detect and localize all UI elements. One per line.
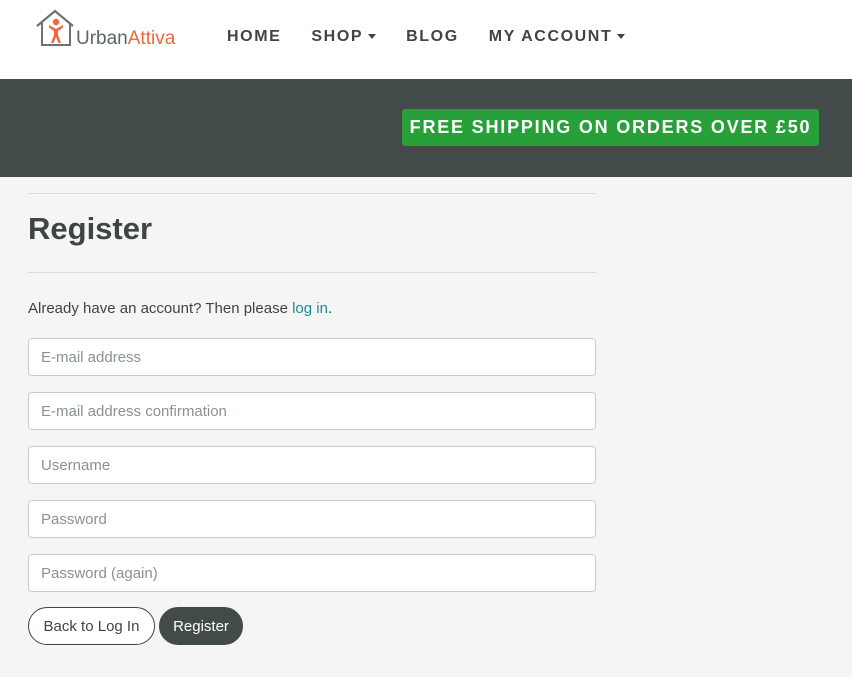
email-confirmation-field[interactable] [28,392,596,430]
chevron-down-icon [368,33,377,39]
back-to-login-button[interactable]: Back to Log In [28,607,155,645]
login-prompt-suffix: . [327,300,333,317]
nav-shop[interactable]: SHOP [311,28,377,46]
password-again-field[interactable] [28,554,596,592]
nav-blog[interactable]: BLOG [406,28,459,46]
divider [28,272,596,273]
house-person-icon [36,9,74,46]
nav-home[interactable]: HOME [227,28,281,46]
site-header: UrbanAttiva HOME SHOP BLOG MY ACCOUNT [0,0,852,79]
nav-home-label: HOME [227,28,282,45]
main-nav: HOME SHOP BLOG MY ACCOUNT [227,27,626,47]
divider [28,193,596,194]
nav-shop-label: SHOP [311,28,364,45]
login-prompt-text: Already have an account? Then please [28,300,293,317]
email-field[interactable] [28,338,596,376]
nav-blog-label: BLOG [406,28,459,45]
chevron-down-icon [617,33,626,39]
free-shipping-badge: FREE SHIPPING ON ORDERS OVER £50 [402,109,819,146]
logo-text-attiva: Attiva [127,28,176,49]
login-prompt: Already have an account? Then please log… [28,300,332,317]
register-button[interactable]: Register [159,607,243,645]
site-logo[interactable]: UrbanAttiva [34,8,204,50]
page-title: Register [28,211,153,246]
logo-wordmark: UrbanAttiva [76,28,175,50]
nav-my-account[interactable]: MY ACCOUNT [489,28,626,46]
username-field[interactable] [28,446,596,484]
promo-banner: FREE SHIPPING ON ORDERS OVER £50 [0,79,852,177]
login-link[interactable]: log in [292,300,328,317]
nav-my-account-label: MY ACCOUNT [488,28,613,45]
password-field[interactable] [28,500,596,538]
logo-text-urban: Urban [76,28,128,49]
